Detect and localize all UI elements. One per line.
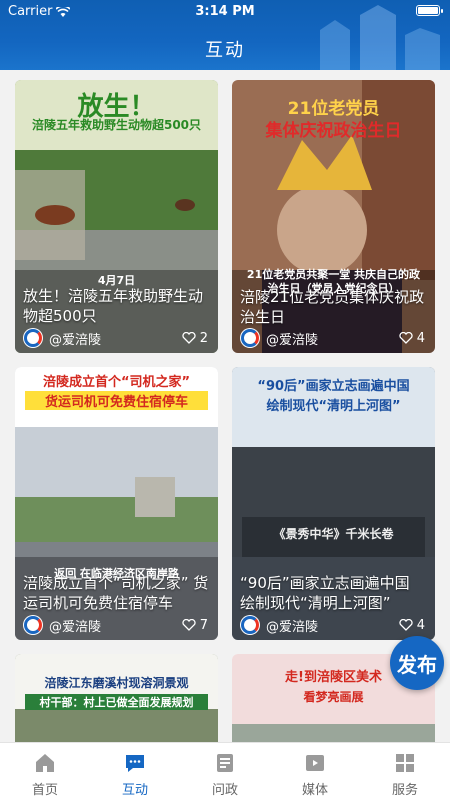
card-subheadline: 看梦亮画展 [303, 690, 364, 704]
tab-label: 服务 [391, 783, 418, 798]
author-name[interactable]: @爱涪陵 [266, 329, 399, 348]
status-time: 3:14 PM [195, 4, 255, 19]
heart-icon [182, 619, 196, 631]
tab-label: 互动 [121, 783, 148, 798]
app-header: Carrier 3:14 PM 互动 [0, 0, 450, 70]
card-subheadline: 集体庆祝政治生日 [265, 121, 402, 141]
like-count: 7 [199, 617, 208, 633]
card-banner: 《景秀中华》千米长卷 [273, 527, 394, 541]
card-caption: 涪陵21位老党员集体庆祝政治生日 [240, 288, 425, 326]
home-icon [36, 754, 54, 772]
like-button[interactable]: 7 [182, 618, 208, 633]
card-headline: 涪陵江东磨溪村现溶洞景观 [44, 676, 189, 690]
tab-services[interactable]: 服务 [360, 743, 450, 800]
bottom-tab-bar: 首页 互动 问政 媒体 服务 [0, 742, 450, 800]
card-caption: “90后”画家立志画遍中国 绘制现代“清明上河图” [240, 574, 410, 612]
author-name[interactable]: @爱涪陵 [49, 329, 182, 348]
post-card[interactable]: 涪陵成立首个“司机之家” 货运司机可免费住宿停车 返回 在临港经济区南岸路 涪陵… [15, 367, 218, 640]
card-meta: @爱涪陵 4 [240, 327, 425, 349]
like-button[interactable]: 2 [182, 331, 208, 346]
post-card[interactable]: “90后”画家立志画遍中国 绘制现代“清明上河图” 《景秀中华》千米长卷 “90… [232, 367, 435, 640]
author-avatar[interactable] [240, 615, 260, 635]
post-card[interactable]: 涪陵江东磨溪村现溶洞景观 村干部：村上已做全面发展规划 [15, 654, 218, 754]
author-name[interactable]: @爱涪陵 [49, 616, 182, 635]
card-headline: 涪陵成立首个“司机之家” [42, 375, 191, 390]
card-caption: 放生！涪陵五年救助野生动物超500只 [23, 287, 204, 325]
author-avatar[interactable] [240, 328, 260, 348]
card-meta: @爱涪陵 4 [240, 614, 425, 636]
publish-button[interactable]: 发布 [390, 636, 444, 690]
document-icon [217, 754, 233, 772]
author-name[interactable]: @爱涪陵 [266, 616, 399, 635]
like-button[interactable]: 4 [399, 618, 425, 633]
heart-icon [399, 619, 413, 631]
post-card[interactable]: 21位老党员 集体庆祝政治生日 21位老党员共聚一堂 共庆自己的政治生日（党员入… [232, 80, 435, 353]
tab-label: 首页 [31, 783, 58, 798]
author-avatar[interactable] [23, 615, 43, 635]
card-subheadline: 涪陵五年救助野生动物超500只 [31, 118, 202, 132]
like-count: 4 [416, 330, 425, 346]
battery-icon [416, 5, 443, 16]
tab-politics[interactable]: 问政 [180, 743, 270, 800]
page-title: 互动 [205, 40, 245, 61]
tab-interact[interactable]: 互动 [90, 743, 180, 800]
card-subheadline: 货运司机可免费住宿停车 [25, 391, 208, 410]
card-meta: @爱涪陵 7 [23, 614, 208, 636]
author-avatar[interactable] [23, 328, 43, 348]
tab-label: 问政 [211, 783, 238, 798]
like-count: 4 [416, 617, 425, 633]
tab-label: 媒体 [301, 783, 328, 798]
post-card[interactable]: 放生！ 涪陵五年救助野生动物超500只 4月7日 放生！涪陵五年救助野生动物超5… [15, 80, 218, 353]
card-subheadline: 村干部：村上已做全面发展规划 [25, 694, 208, 710]
tab-media[interactable]: 媒体 [270, 743, 360, 800]
card-headline: “90后”画家立志画遍中国 [257, 379, 410, 394]
card-meta: @爱涪陵 2 [23, 327, 208, 349]
heart-icon [399, 332, 413, 344]
chat-icon [126, 755, 144, 772]
card-subheadline: 绘制现代“清明上河图” [266, 399, 401, 414]
like-count: 2 [199, 330, 208, 346]
video-icon [306, 755, 324, 771]
status-bar: Carrier 3:14 PM [0, 0, 450, 22]
like-button[interactable]: 4 [399, 331, 425, 346]
grid-icon [396, 754, 414, 772]
card-caption: 涪陵成立首个“司机之家” 货运司机可免费住宿停车 [23, 574, 209, 612]
heart-icon [182, 332, 196, 344]
tab-home[interactable]: 首页 [0, 743, 90, 800]
